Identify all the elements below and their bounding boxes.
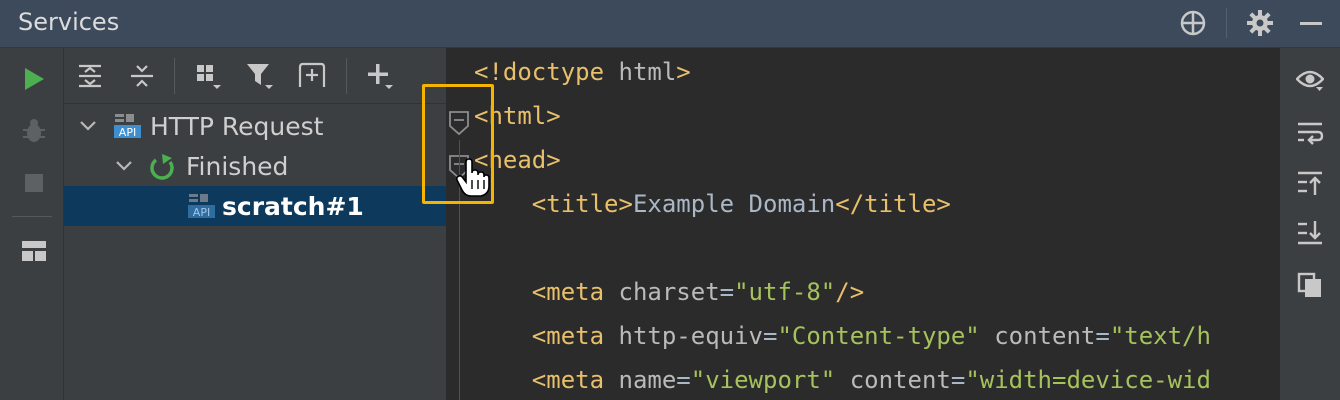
scroll-to-end-icon[interactable]: [1295, 218, 1325, 248]
group-by-icon[interactable]: [192, 60, 224, 92]
svg-text:API: API: [119, 126, 136, 139]
code-token: http-equiv: [618, 322, 764, 350]
hand-cursor-icon: [456, 158, 490, 197]
debug-icon[interactable]: [19, 116, 49, 146]
code-token: name: [618, 366, 677, 394]
code-token: "text/h: [1109, 322, 1211, 350]
code-line[interactable]: <!doctype html>: [474, 58, 691, 98]
tree-item-label: HTTP Request: [150, 112, 324, 141]
toolbar-separator: [174, 58, 175, 94]
code-token: "utf-8": [734, 278, 836, 306]
preview-eye-icon[interactable]: [1295, 64, 1325, 94]
copy-icon[interactable]: [1295, 270, 1325, 300]
svg-text:API: API: [193, 206, 210, 219]
tree-item-label: Finished: [186, 152, 289, 181]
code-token: =: [1095, 322, 1110, 350]
code-token: />: [835, 278, 865, 306]
collapse-all-icon[interactable]: [126, 60, 158, 92]
code-line[interactable]: <title>Example Domain</title>: [474, 190, 951, 230]
code-token: =: [719, 278, 735, 306]
layout-icon[interactable]: [19, 236, 49, 266]
filter-icon[interactable]: [244, 60, 276, 92]
code-token: =: [950, 366, 966, 394]
response-editor[interactable]: <!doctype html> <html> <head> <title>Examp…: [474, 48, 1280, 400]
code-token: content: [849, 366, 951, 394]
code-line[interactable]: <meta http-equiv="Content-type" content=…: [474, 322, 1211, 362]
code-token: <meta: [531, 322, 619, 350]
code-token: =: [676, 366, 691, 394]
titlebar-separator: [1226, 8, 1227, 38]
code-token: html: [618, 58, 677, 86]
services-title-bar: Services: [0, 0, 1340, 48]
new-tab-icon[interactable]: [296, 60, 328, 92]
code-token: charset: [618, 278, 720, 306]
code-token: <title>: [531, 190, 633, 218]
tree-toolbar: [64, 48, 446, 104]
toolbar-separator: [346, 58, 347, 94]
code-token: <meta: [531, 278, 619, 306]
strip-separator: [12, 216, 52, 217]
editor-action-strip: [1280, 48, 1340, 400]
tree-item-http-request[interactable]: API HTTP Request: [64, 106, 446, 146]
services-action-strip: [0, 48, 64, 400]
gear-icon[interactable]: [1245, 8, 1275, 38]
add-service-icon[interactable]: [364, 60, 396, 92]
expand-all-icon[interactable]: [74, 60, 106, 92]
code-line[interactable]: <meta name="viewport" content="width=dev…: [474, 366, 1211, 400]
chevron-down-icon[interactable]: [112, 154, 136, 178]
api-icon: API: [114, 114, 141, 139]
services-tree-panel: API HTTP Request Finished API scratch#1: [64, 48, 446, 400]
tree-item-scratch[interactable]: API scratch#1: [64, 186, 446, 226]
scroll-to-top-icon[interactable]: [1295, 168, 1325, 198]
code-token: <!doctype: [474, 58, 619, 86]
code-token: "viewport": [690, 366, 836, 394]
tree-item-label: scratch#1: [222, 192, 364, 221]
code-token: <meta: [531, 366, 619, 394]
chevron-down-icon[interactable]: [76, 114, 100, 138]
code-token: >: [676, 58, 691, 86]
code-token: Example Domain: [632, 190, 836, 218]
run-icon[interactable]: [19, 64, 49, 94]
code-token: "width=device-wid: [965, 366, 1211, 394]
code-token: "Content-type": [777, 322, 980, 350]
minimize-icon[interactable]: [1296, 8, 1326, 38]
stop-icon[interactable]: [19, 168, 49, 198]
crosshair-icon[interactable]: [1178, 8, 1208, 38]
code-token: </title>: [835, 190, 951, 218]
code-line[interactable]: <meta charset="utf-8"/>: [474, 278, 864, 318]
window-title: Services: [18, 8, 120, 36]
tree-item-finished[interactable]: Finished: [64, 146, 446, 186]
api-icon: API: [188, 194, 215, 219]
code-token: content: [994, 322, 1096, 350]
soft-wrap-icon[interactable]: [1295, 118, 1325, 148]
rerun-icon: [150, 154, 174, 180]
code-token: =: [763, 322, 778, 350]
